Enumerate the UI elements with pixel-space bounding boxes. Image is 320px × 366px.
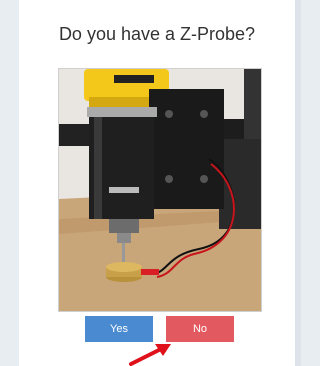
- zprobe-dialog: Do you have a Z-Probe? Yes No: [19, 0, 295, 366]
- z-probe-photo: [58, 68, 262, 312]
- annotation-arrow-icon: [129, 344, 171, 366]
- yes-button[interactable]: Yes: [85, 316, 153, 342]
- no-button[interactable]: No: [166, 316, 234, 342]
- window-edge: [295, 0, 301, 366]
- dialog-title: Do you have a Z-Probe?: [58, 24, 256, 44]
